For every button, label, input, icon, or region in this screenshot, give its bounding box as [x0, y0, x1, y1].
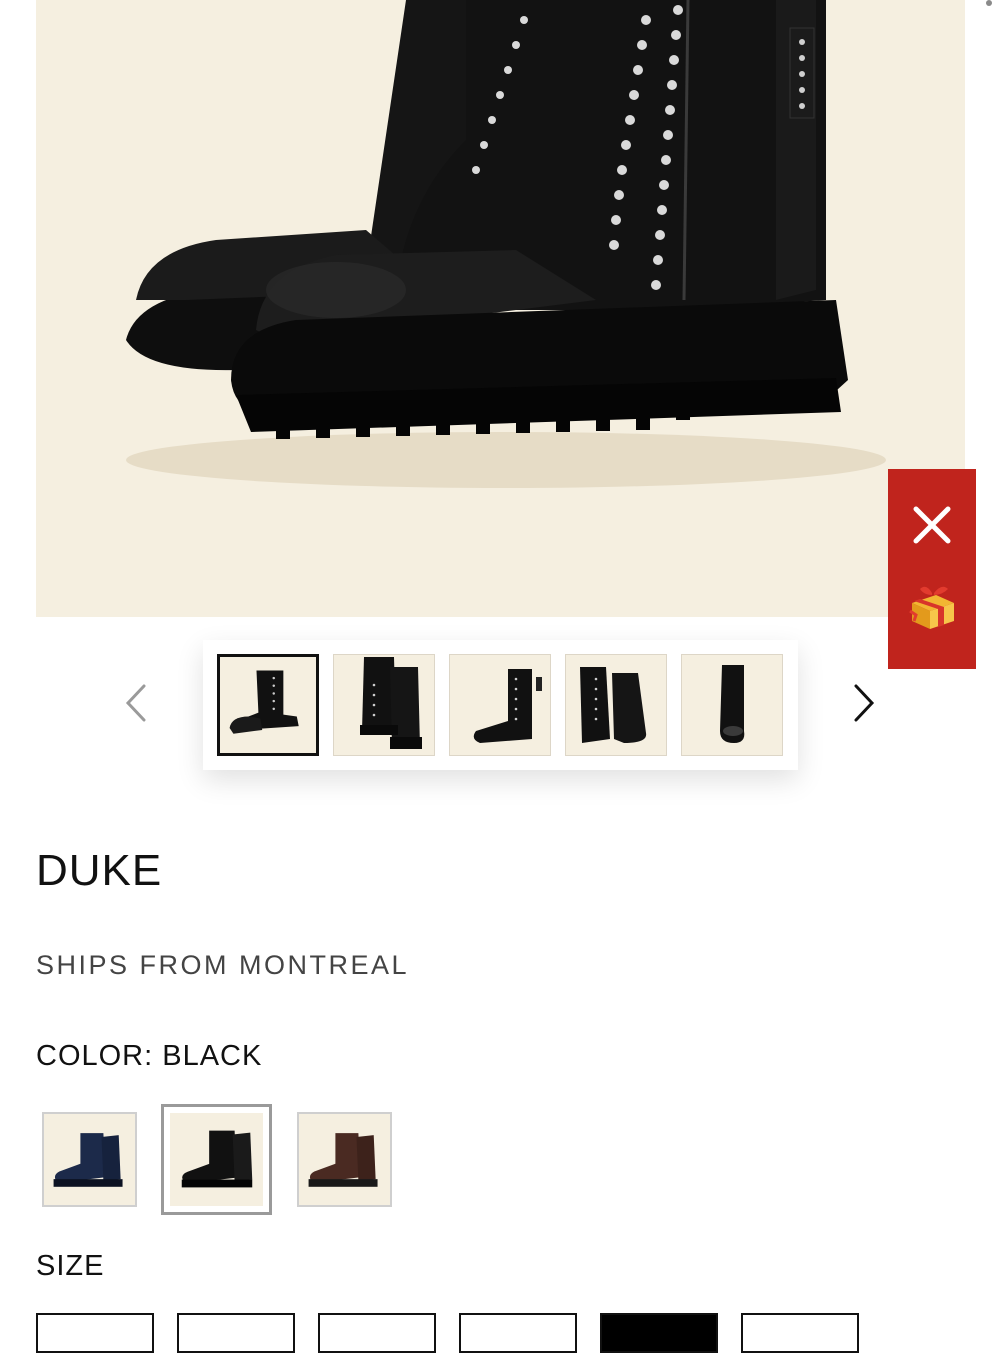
chevron-right-icon[interactable] — [844, 680, 884, 726]
boot-illustration — [36, 0, 965, 617]
boot-swatch-image — [44, 1114, 135, 1205]
thumbnail-2[interactable] — [333, 654, 435, 756]
boot-thumbnail-image — [360, 657, 422, 749]
gift-icon[interactable] — [906, 581, 958, 633]
chevron-left-icon[interactable] — [116, 680, 156, 726]
product-title: DUKE — [36, 846, 163, 895]
thumbnail-5[interactable] — [681, 654, 783, 756]
thumbnail-3[interactable] — [449, 654, 551, 756]
size-option-6[interactable] — [741, 1313, 859, 1353]
boot-swatch-image — [170, 1113, 263, 1206]
boot-thumbnail-image — [720, 665, 745, 743]
promo-tab[interactable] — [888, 469, 976, 669]
close-icon[interactable] — [910, 503, 954, 547]
thumbnail-strip — [203, 640, 798, 770]
size-option-5[interactable] — [600, 1313, 718, 1353]
size-label: SIZE — [36, 1250, 105, 1282]
boot-thumbnail-image — [229, 670, 299, 734]
size-option-1[interactable] — [36, 1313, 154, 1353]
thumbnail-4[interactable] — [565, 654, 667, 756]
product-main-image — [36, 0, 965, 617]
size-option-3[interactable] — [318, 1313, 436, 1353]
thumbnail-1[interactable] — [217, 654, 319, 756]
size-option-2[interactable] — [177, 1313, 295, 1353]
scrollbar-thumb[interactable] — [986, 0, 992, 6]
boot-thumbnail-image — [473, 669, 542, 743]
size-option-4[interactable] — [459, 1313, 577, 1353]
color-swatch-black[interactable] — [161, 1104, 272, 1215]
shipping-note: SHIPS FROM MONTREAL — [36, 950, 410, 980]
color-swatch-brown[interactable] — [297, 1112, 392, 1207]
boot-thumbnail-image — [580, 667, 647, 743]
color-label: COLOR: BLACK — [36, 1040, 263, 1072]
color-swatch-navy[interactable] — [42, 1112, 137, 1207]
boot-swatch-image — [299, 1114, 390, 1205]
